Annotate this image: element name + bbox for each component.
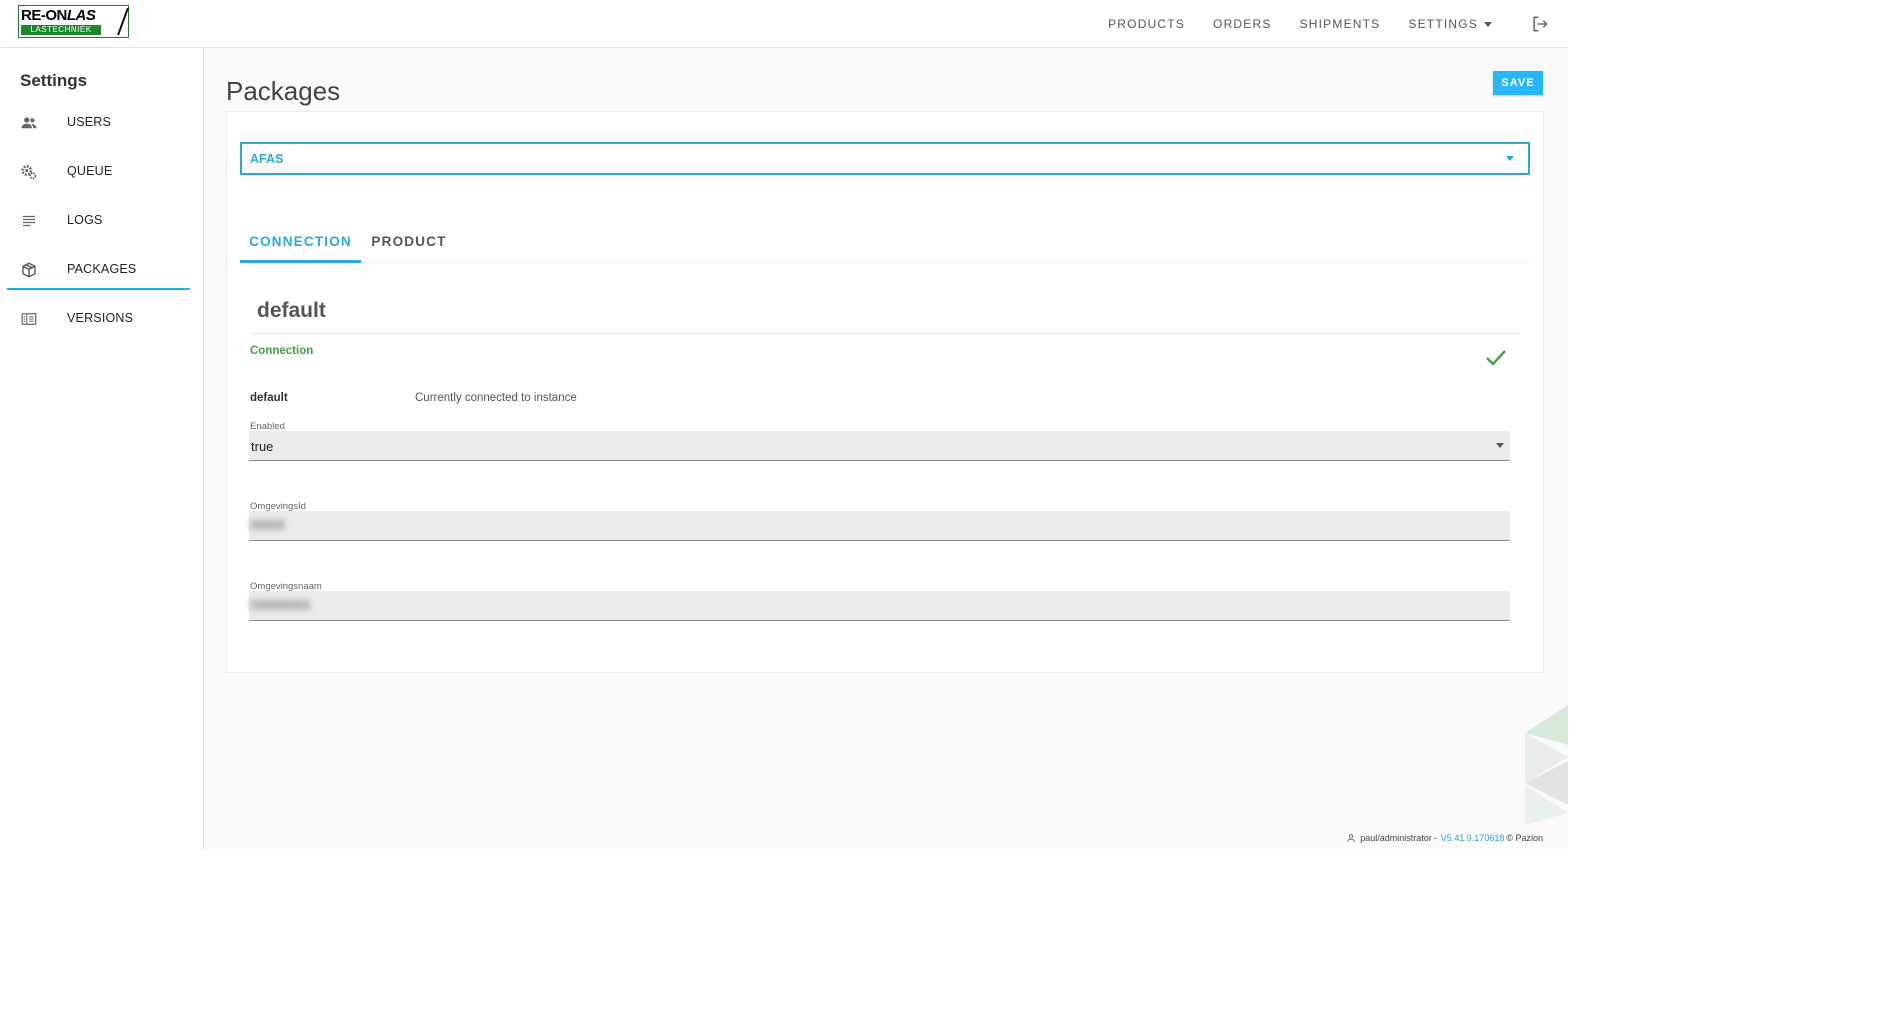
gears-icon [21, 165, 37, 180]
sidebar-item-label: LOGS [67, 213, 103, 227]
main-content: Packages SAVE AFAS CONNECTION PRODUCT de… [205, 48, 1568, 849]
package-icon [22, 262, 36, 278]
logout-icon[interactable] [1530, 14, 1550, 34]
footer: paul/administrator - V5.41.9.170618 © Pa… [1346, 833, 1543, 843]
logo-subtitle: LASTECHNIEK [21, 25, 101, 35]
page-title: Packages [226, 76, 341, 106]
list-icon [23, 215, 35, 227]
sidebar-item-versions[interactable]: VERSIONS [7, 299, 190, 339]
package-select-value: AFAS [250, 152, 284, 166]
sidebar-item-packages[interactable]: PACKAGES [7, 250, 190, 290]
users-icon [21, 117, 37, 129]
save-button[interactable]: SAVE [1493, 71, 1543, 95]
section-title: default [257, 299, 326, 322]
chevron-down-icon [1506, 156, 1514, 161]
sidebar-item-logs[interactable]: LOGS [7, 201, 190, 241]
top-navigation: PRODUCTS ORDERS SHIPMENTS SETTINGS [1108, 0, 1568, 48]
tab-bar: CONNECTION PRODUCT [240, 223, 1530, 263]
sidebar-item-queue[interactable]: QUEUE [7, 152, 190, 192]
versions-icon [21, 313, 37, 325]
sidebar-item-label: QUEUE [67, 164, 113, 178]
footer-version[interactable]: V5.41.9.170618 [1441, 833, 1505, 843]
footer-copyright: © Pazion [1506, 833, 1543, 843]
user-icon [1347, 834, 1355, 842]
omgevingsid-field[interactable]: 00000 [249, 511, 1510, 541]
enabled-select[interactable]: true [249, 431, 1510, 461]
nav-shipments[interactable]: SHIPMENTS [1300, 17, 1381, 31]
sidebar-item-users[interactable]: USERS [7, 103, 190, 143]
enabled-value: true [251, 439, 274, 454]
nav-products[interactable]: PRODUCTS [1108, 17, 1185, 31]
omgevingsnaam-value: O00000AA [249, 598, 312, 612]
brand-logo[interactable]: RE-ONLAS LASTECHNIEK [18, 5, 129, 38]
sidebar-item-label: PACKAGES [67, 262, 137, 276]
sidebar-item-label: VERSIONS [67, 311, 134, 325]
sidebar-title: Settings [20, 71, 88, 90]
nav-settings-label: SETTINGS [1408, 17, 1478, 31]
tab-product[interactable]: PRODUCT [361, 223, 457, 263]
nav-settings[interactable]: SETTINGS [1408, 17, 1492, 31]
connection-status-label: Connection [250, 345, 314, 357]
check-icon [1486, 350, 1506, 366]
omgevingsid-value: 00000 [249, 518, 287, 532]
footer-separator: - [1433, 833, 1437, 843]
chevron-down-icon [1496, 443, 1504, 448]
instance-name: default [250, 392, 288, 404]
nav-orders[interactable]: ORDERS [1213, 17, 1272, 31]
package-select[interactable]: AFAS [240, 142, 1530, 175]
decorative-triangles [1525, 705, 1568, 825]
chevron-down-icon [1484, 21, 1492, 27]
instance-status: Currently connected to instance [415, 392, 577, 404]
logo-text: RE-ONLAS [21, 7, 96, 24]
package-card: AFAS CONNECTION PRODUCT default Connecti… [226, 111, 1544, 673]
sidebar-item-label: USERS [67, 115, 112, 129]
omgevingsnaam-field[interactable]: O00000AA [249, 591, 1510, 621]
footer-user: paul/administrator [1360, 833, 1432, 843]
top-bar: RE-ONLAS LASTECHNIEK PRODUCTS ORDERS SHI… [0, 0, 1568, 48]
sidebar: Settings USERS QUEUE LOGS PACKAGES VERSI… [0, 48, 204, 849]
logo-slash-mark [117, 8, 129, 35]
divider [250, 333, 1520, 334]
tab-connection[interactable]: CONNECTION [240, 223, 361, 263]
